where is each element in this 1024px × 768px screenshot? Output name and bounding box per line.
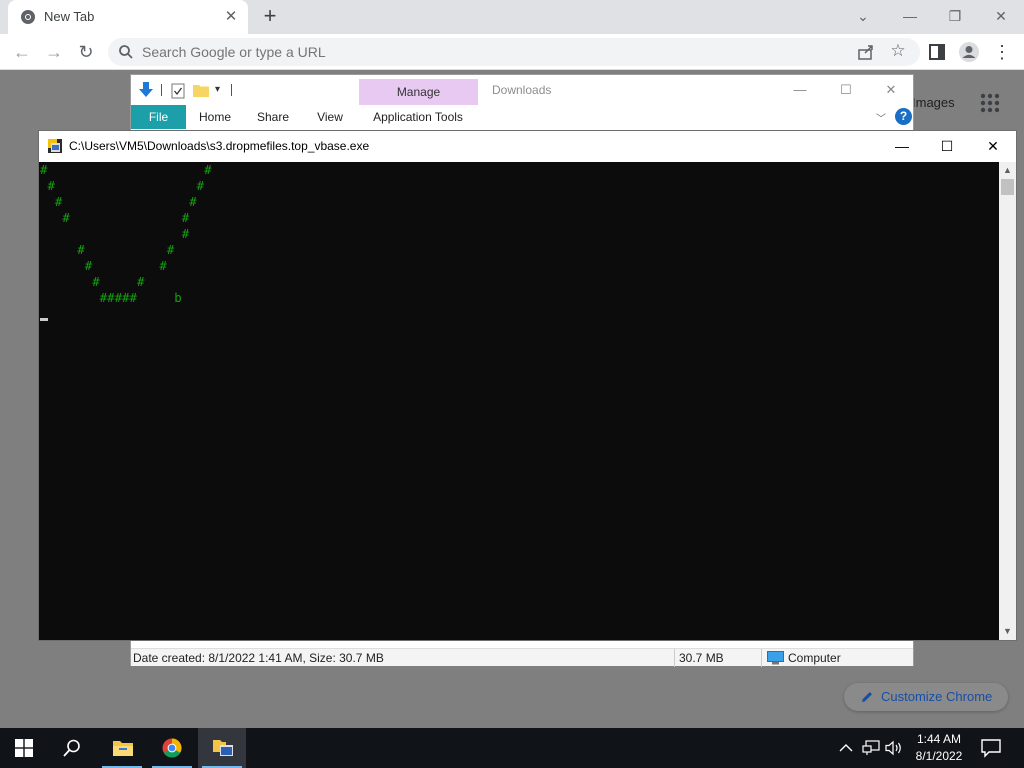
taskbar: 1:44 AM 8/1/2022 bbox=[0, 728, 1024, 768]
menu-kebab-icon[interactable]: ⋮ bbox=[990, 40, 1014, 64]
chrome-favicon-icon bbox=[21, 10, 35, 24]
taskbar-search-button[interactable] bbox=[48, 728, 96, 768]
ribbon-tabs: File Home Share View Application Tools ﹀… bbox=[131, 105, 913, 129]
explorer-maximize-button[interactable]: ☐ bbox=[831, 79, 861, 101]
scroll-up-icon[interactable]: ▲ bbox=[999, 162, 1016, 179]
console-line: # # bbox=[40, 258, 167, 273]
file-explorer-icon bbox=[113, 741, 133, 756]
new-folder-icon[interactable] bbox=[193, 83, 209, 97]
taskbar-chrome[interactable] bbox=[148, 728, 196, 768]
volume-icon[interactable] bbox=[884, 740, 904, 756]
console-output[interactable]: # # # # # # # # # # # # # # # ##### b bbox=[39, 162, 999, 640]
download-arrow-icon[interactable] bbox=[137, 81, 155, 99]
properties-icon[interactable] bbox=[171, 83, 185, 99]
explorer-close-button[interactable]: ✕ bbox=[876, 79, 906, 101]
tab-share[interactable]: Share bbox=[249, 105, 297, 129]
restore-button[interactable]: ❐ bbox=[940, 4, 970, 28]
tab-new-tab[interactable]: New Tab ✕ bbox=[8, 0, 248, 34]
taskbar-file-explorer[interactable] bbox=[98, 728, 146, 768]
share-icon[interactable] bbox=[856, 42, 876, 62]
close-window-button[interactable]: ✕ bbox=[986, 4, 1016, 28]
omnibox-input[interactable] bbox=[142, 41, 842, 63]
console-cursor bbox=[40, 318, 48, 321]
system-clock[interactable]: 1:44 AM 8/1/2022 bbox=[908, 731, 970, 765]
console-line: # # bbox=[40, 178, 205, 193]
tab-search-icon[interactable]: ⌄ bbox=[848, 4, 878, 28]
explorer-minimize-button[interactable]: — bbox=[785, 79, 815, 101]
new-tab-button[interactable]: + bbox=[258, 5, 282, 29]
tab-strip: New Tab ✕ + ⌄ — ❐ ✕ bbox=[0, 0, 1024, 34]
qat-separator bbox=[231, 84, 232, 96]
tab-home[interactable]: Home bbox=[191, 105, 239, 129]
console-line: # # bbox=[40, 242, 175, 257]
tab-application-tools[interactable]: Application Tools bbox=[363, 105, 473, 129]
apps-grid-icon[interactable] bbox=[980, 93, 1000, 113]
search-icon bbox=[119, 45, 133, 59]
explorer-status-bar: Date created: 8/1/2022 1:41 AM, Size: 30… bbox=[131, 648, 913, 667]
console-scrollbar[interactable]: ▲ ▼ bbox=[999, 162, 1016, 640]
status-divider bbox=[674, 649, 675, 667]
status-location: Computer bbox=[788, 651, 841, 665]
start-button[interactable] bbox=[0, 728, 48, 768]
bookmark-star-icon[interactable]: ☆ bbox=[888, 41, 908, 61]
tab-close-icon[interactable]: ✕ bbox=[222, 8, 240, 26]
application-exe-icon bbox=[48, 139, 62, 153]
clock-time: 1:44 AM bbox=[916, 732, 962, 746]
status-size: 30.7 MB bbox=[679, 651, 724, 665]
chrome-icon bbox=[162, 738, 182, 758]
status-divider bbox=[761, 649, 762, 667]
profile-avatar-icon[interactable] bbox=[958, 41, 980, 63]
console-maximize-button[interactable]: ☐ bbox=[924, 131, 970, 162]
ribbon-expand-icon[interactable]: ﹀ bbox=[876, 110, 886, 125]
back-arrow-icon[interactable]: ← bbox=[10, 40, 34, 64]
search-icon bbox=[63, 739, 80, 757]
clock-date: 8/1/2022 bbox=[915, 749, 963, 763]
show-hidden-icons-chevron-icon[interactable] bbox=[838, 740, 854, 756]
explorer-title-bar: ▾ Manage Downloads — ☐ ✕ bbox=[131, 75, 913, 105]
console-title: C:\Users\VM5\Downloads\s3.dropmefiles.to… bbox=[69, 139, 370, 153]
qat-separator bbox=[161, 84, 162, 96]
computer-icon bbox=[767, 651, 784, 665]
console-close-button[interactable]: ✕ bbox=[970, 131, 1016, 162]
pencil-icon bbox=[862, 692, 872, 702]
tab-title: New Tab bbox=[44, 9, 95, 24]
help-icon[interactable]: ? bbox=[895, 108, 912, 125]
console-line: # # bbox=[40, 162, 212, 177]
console-line: # # bbox=[40, 210, 190, 225]
console-line: ##### b bbox=[40, 290, 182, 305]
taskbar-console-app[interactable] bbox=[198, 728, 246, 768]
explorer-title: Downloads bbox=[492, 83, 552, 97]
network-icon[interactable] bbox=[862, 740, 880, 756]
minimize-button[interactable]: — bbox=[895, 4, 925, 28]
console-line: # # bbox=[40, 274, 145, 289]
console-line: # bbox=[40, 226, 190, 241]
console-title-bar: C:\Users\VM5\Downloads\s3.dropmefiles.to… bbox=[39, 131, 1016, 162]
status-file-info: Date created: 8/1/2022 1:41 AM, Size: 30… bbox=[133, 651, 384, 665]
customize-chrome-button[interactable]: Customize Chrome bbox=[844, 683, 1008, 711]
scroll-down-icon[interactable]: ▼ bbox=[999, 623, 1016, 640]
browser-toolbar: ← → ↻ ☆ ⋮ bbox=[0, 34, 1024, 70]
windows-logo-icon bbox=[15, 739, 33, 757]
console-app-icon bbox=[213, 740, 233, 756]
console-window: C:\Users\VM5\Downloads\s3.dropmefiles.to… bbox=[38, 130, 1017, 641]
qat-dropdown-icon[interactable]: ▾ bbox=[215, 84, 220, 95]
omnibox[interactable]: ☆ bbox=[108, 38, 920, 66]
scrollbar-thumb[interactable] bbox=[1001, 179, 1014, 195]
tab-view[interactable]: View bbox=[307, 105, 353, 129]
console-minimize-button[interactable]: — bbox=[879, 131, 925, 162]
tab-file[interactable]: File bbox=[131, 105, 186, 129]
side-panel-icon[interactable] bbox=[928, 43, 946, 61]
manage-context-tab[interactable]: Manage bbox=[359, 79, 478, 105]
customize-label: Customize Chrome bbox=[881, 689, 993, 704]
reload-icon[interactable]: ↻ bbox=[74, 40, 98, 64]
images-link[interactable]: Images bbox=[912, 95, 955, 110]
notification-center-icon[interactable] bbox=[980, 738, 1002, 758]
forward-arrow-icon[interactable]: → bbox=[42, 40, 66, 64]
console-line: # # bbox=[40, 194, 197, 209]
